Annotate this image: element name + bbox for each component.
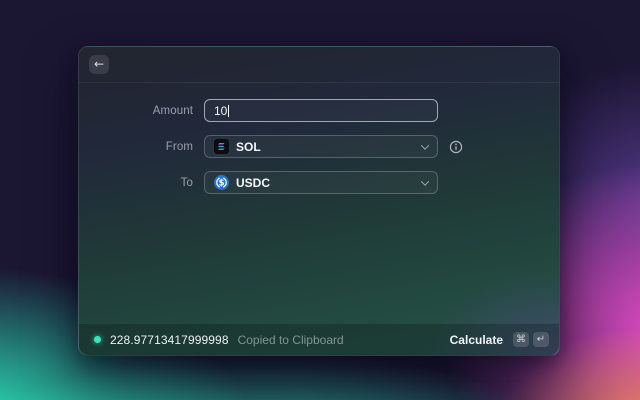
from-row: From SOL: [79, 135, 559, 158]
cmd-key-icon: ⌘: [513, 332, 529, 347]
from-selected-value: SOL: [236, 139, 261, 154]
text-caret: [228, 104, 230, 117]
svg-text:$: $: [219, 178, 225, 188]
toast-message: Copied to Clipboard: [237, 332, 344, 347]
back-button[interactable]: ←: [89, 55, 109, 74]
from-label: From: [165, 140, 193, 153]
result-value: 228.97713417999998: [110, 332, 229, 347]
amount-label: Amount: [152, 104, 193, 117]
chevron-down-icon: [420, 176, 430, 186]
status-dot-icon: [94, 336, 101, 343]
amount-row: Amount 10: [79, 99, 559, 122]
converter-window: ← Amount 10 From SOL To $ USDC 228.97713…: [78, 46, 560, 356]
window-header: ←: [79, 47, 559, 83]
converter-form: Amount 10 From SOL To $ USDC: [79, 83, 559, 194]
to-dropdown[interactable]: $ USDC: [204, 171, 438, 194]
from-dropdown[interactable]: SOL: [204, 135, 438, 158]
amount-input[interactable]: 10: [204, 99, 438, 122]
to-row: To $ USDC: [79, 171, 559, 194]
status-bar: 228.97713417999998 Copied to Clipboard C…: [79, 323, 559, 355]
to-label: To: [180, 176, 193, 189]
chevron-down-icon: [420, 140, 430, 150]
action-area: Calculate ⌘ ↵: [450, 332, 549, 347]
arrow-left-icon: ←: [93, 57, 105, 71]
sol-token-icon: [214, 139, 229, 154]
amount-value: 10: [214, 103, 228, 118]
to-selected-value: USDC: [236, 175, 271, 190]
usdc-token-icon: $: [214, 175, 229, 190]
return-key-icon: ↵: [533, 332, 549, 347]
calculate-button[interactable]: Calculate: [450, 333, 503, 347]
info-icon[interactable]: [449, 140, 463, 154]
